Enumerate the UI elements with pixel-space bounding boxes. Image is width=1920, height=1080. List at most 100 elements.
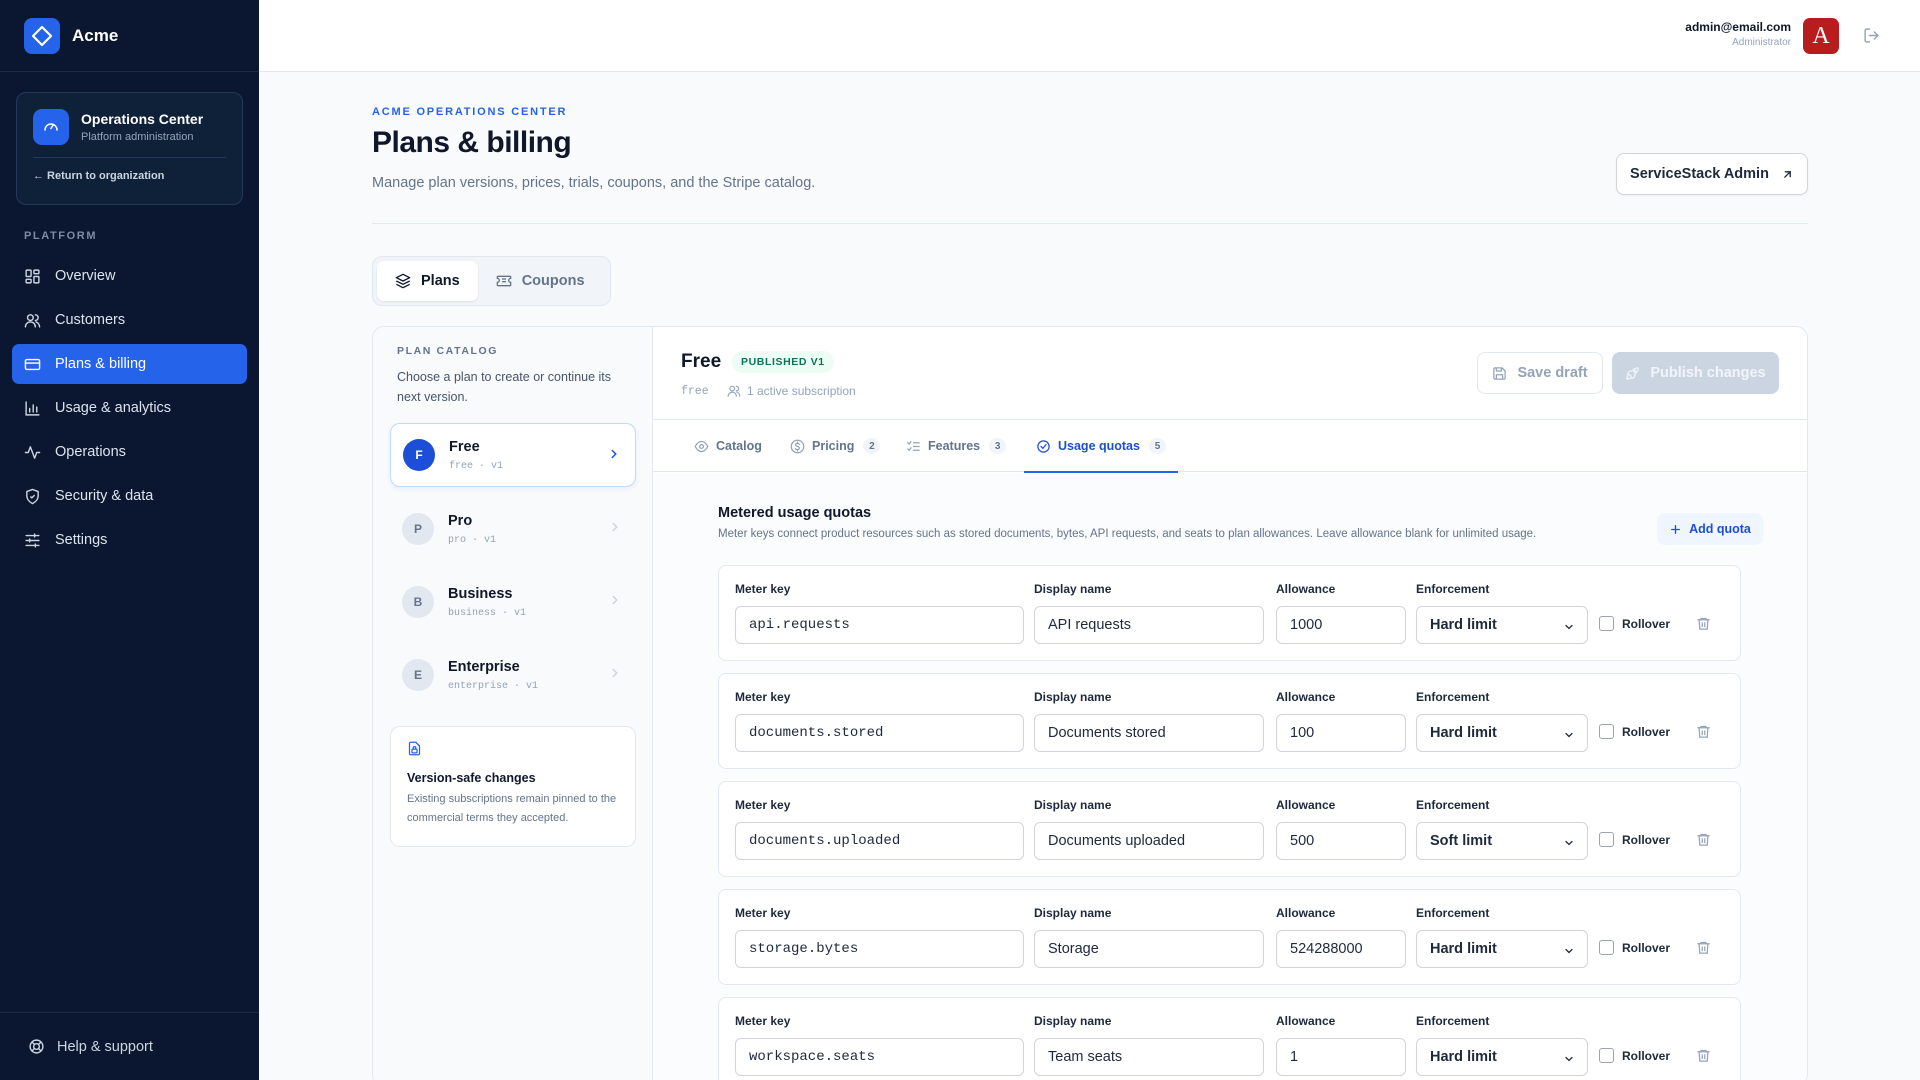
plan-meta: free · v1 [449,460,504,472]
delete-quota-button[interactable] [1696,940,1711,960]
allowance-label: Allowance [1276,798,1336,812]
meter-key-input[interactable]: documents.stored [735,714,1024,752]
save-icon [1493,366,1507,380]
tab-coupons[interactable]: Coupons [478,261,603,301]
chevron-right-icon [612,668,618,678]
tab-plans[interactable]: Plans [377,261,478,301]
subscription-count-label: 1 active subscription [747,384,856,398]
plan-item-business[interactable]: B Business business · v1 [390,570,636,634]
allowance-input[interactable]: 1 [1276,1038,1406,1076]
sidebar-item-label: Settings [55,532,108,548]
help-support-link[interactable]: Help & support [0,1012,259,1080]
topbar: admin@email.com Administrator A [259,0,1920,72]
meter-key-input[interactable]: documents.uploaded [735,822,1024,860]
delete-quota-button[interactable] [1696,724,1711,744]
sidebar-item-operations[interactable]: Operations [12,432,247,472]
section-title: Metered usage quotas [718,505,872,521]
add-quota-button[interactable]: Add quota [1657,513,1763,545]
allowance-input[interactable]: 500 [1276,822,1406,860]
display-name-input[interactable]: API requests [1034,606,1264,644]
trash-icon [1697,941,1710,954]
sidebar-item-label: Customers [55,312,126,328]
rollover-checkbox[interactable]: Rollover [1599,832,1670,847]
brand[interactable]: Acme [0,0,259,72]
tab-label: Pricing [812,439,855,453]
rollover-label: Rollover [1622,724,1671,739]
layers-icon [395,273,411,289]
quota-row: Meter key Display name Allowance Enforce… [718,673,1741,769]
allowance-input[interactable]: 100 [1276,714,1406,752]
plan-name: Free [449,438,480,455]
display-name-input[interactable]: Storage [1034,930,1264,968]
save-draft-button[interactable]: Save draft [1477,352,1603,394]
display-name-input[interactable]: Documents stored [1034,714,1264,752]
meter-key-label: Meter key [735,906,791,920]
rollover-checkbox[interactable]: Rollover [1599,616,1670,631]
version-note-title: Version-safe changes [407,771,536,785]
checkbox-box[interactable] [1599,940,1614,955]
enforcement-label: Enforcement [1416,582,1490,596]
ops-title: Operations Center [81,111,204,127]
plan-title: Free [681,351,722,372]
enforcement-select[interactable]: Soft limit [1416,822,1588,860]
meter-key-label: Meter key [735,1014,791,1028]
delete-quota-button[interactable] [1696,616,1711,636]
enforcement-select[interactable]: Hard limit [1416,714,1588,752]
sidebar-item-customers[interactable]: Customers [12,300,247,340]
version-safe-note: Version-safe changes Existing subscripti… [390,726,636,847]
rocket-icon [1626,366,1640,380]
sidebar-item-security-data[interactable]: Security & data [12,476,247,516]
logout-button[interactable] [1863,27,1880,49]
tab-pricing[interactable]: Pricing 2 [790,420,881,472]
sidebar-item-settings[interactable]: Settings [12,520,247,560]
tab-catalog[interactable]: Catalog [694,420,762,472]
meter-key-input[interactable]: api.requests [735,606,1024,644]
plan-item-enterprise[interactable]: E Enterprise enterprise · v1 [390,643,636,707]
user-info: admin@email.com Administrator [1685,20,1791,48]
enforcement-select[interactable]: Hard limit [1416,1038,1588,1076]
sidebar-item-usage-analytics[interactable]: Usage & analytics [12,388,247,428]
plan-meta: business · v1 [448,607,527,619]
dollar-circle-icon [790,439,805,453]
plan-editor: Free PUBLISHED V1 free 1 active subscrip… [653,327,1807,1080]
sidebar-item-label: Security & data [55,488,154,504]
life-buoy-icon [29,1039,44,1054]
display-name-label: Display name [1034,690,1112,704]
allowance-input[interactable]: 1000 [1276,606,1406,644]
tab-features[interactable]: Features 3 [906,420,1007,472]
delete-quota-button[interactable] [1696,832,1711,852]
plus-icon [1671,524,1681,534]
arrow-up-right-icon [1784,170,1791,178]
rollover-checkbox[interactable]: Rollover [1599,724,1670,739]
section-description: Meter keys connect product resources suc… [718,528,1537,540]
servicestack-admin-button[interactable]: ServiceStack Admin [1616,153,1808,195]
avatar[interactable]: A [1803,18,1839,54]
allowance-input[interactable]: 524288000 [1276,930,1406,968]
allowance-label: Allowance [1276,906,1336,920]
return-to-organization-link[interactable]: ← Return to organization [33,170,226,182]
publish-changes-button[interactable]: Publish changes [1612,352,1779,394]
checkbox-box[interactable] [1599,724,1614,739]
page-eyebrow: ACME OPERATIONS CENTER [372,106,568,118]
enforcement-select[interactable]: Hard limit [1416,930,1588,968]
editor-tabs: Catalog Pricing 2 Features 3 Usage quota… [653,420,1807,473]
display-name-input[interactable]: Team seats [1034,1038,1264,1076]
sidebar-item-overview[interactable]: Overview [12,256,247,296]
meter-key-input[interactable]: storage.bytes [735,930,1024,968]
enforcement-value: Hard limit [1430,941,1497,957]
tab-usage-quotas[interactable]: Usage quotas 5 [1024,420,1178,473]
meter-key-input[interactable]: workspace.seats [735,1038,1024,1076]
display-name-input[interactable]: Documents uploaded [1034,822,1264,860]
plan-item-free[interactable]: F Free free · v1 [390,423,636,487]
enforcement-select[interactable]: Hard limit [1416,606,1588,644]
rollover-checkbox[interactable]: Rollover [1599,1048,1670,1063]
checkbox-box[interactable] [1599,616,1614,631]
tab-count: 3 [989,438,1007,454]
sidebar-item-plans-billing[interactable]: Plans & billing [12,344,247,384]
checkbox-box[interactable] [1599,1048,1614,1063]
plan-item-pro[interactable]: P Pro pro · v1 [390,497,636,561]
rollover-checkbox[interactable]: Rollover [1599,940,1670,955]
checkbox-box[interactable] [1599,832,1614,847]
chevron-down-icon [1565,840,1573,846]
delete-quota-button[interactable] [1696,1048,1711,1068]
